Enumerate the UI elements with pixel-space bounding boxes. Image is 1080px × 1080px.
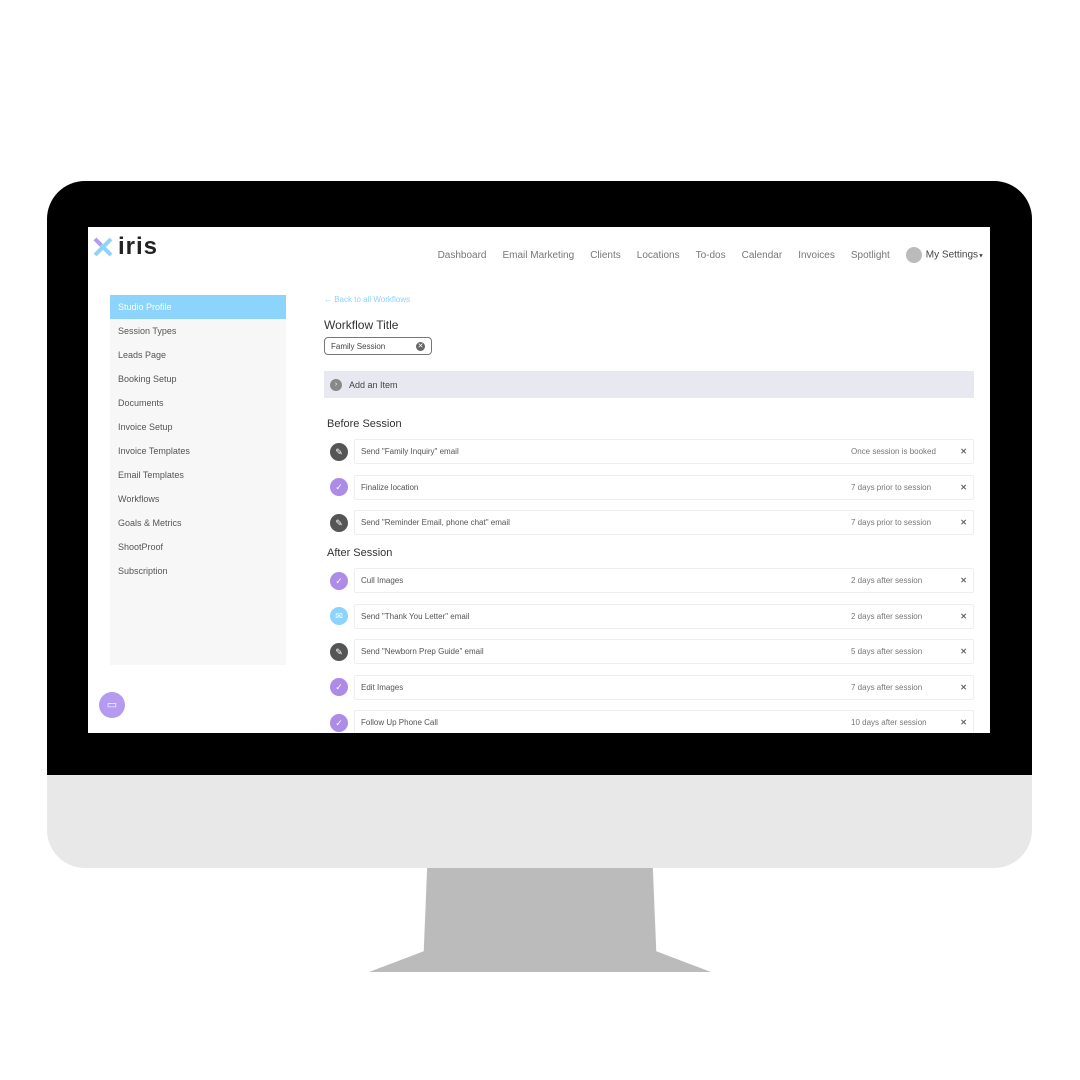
sidebar: Studio Profile Session Types Leads Page Boo… — [110, 295, 286, 665]
item-timing: 2 days after session — [851, 611, 923, 621]
workflow-item-box[interactable]: Send "Newborn Prep Guide" email 5 days af… — [354, 639, 974, 664]
nav-spotlight[interactable]: Spotlight — [851, 250, 890, 261]
chat-button[interactable]: ▭ — [99, 692, 125, 718]
sidebar-item-studio-profile[interactable]: Studio Profile — [110, 295, 286, 319]
workflow-item: ✎ Send "Family Inquiry" email Once session… — [324, 439, 974, 464]
workflow-item-box[interactable]: Cull Images 2 days after session ✕ — [354, 568, 974, 593]
item-label: Edit Images — [361, 682, 404, 692]
nav-todos[interactable]: To-dos — [696, 250, 726, 261]
item-timing: 10 days after session — [851, 718, 927, 727]
sidebar-item-session-types[interactable]: Session Types — [110, 319, 286, 343]
workflow-title-label: Workflow Title — [324, 318, 399, 332]
item-label: Finalize location — [361, 482, 419, 492]
delete-icon[interactable]: ✕ — [951, 612, 967, 621]
chat-icon: ▭ — [106, 699, 118, 711]
workflow-title-input[interactable]: Family Session ✕ — [324, 337, 432, 355]
workflow-item-box[interactable]: Send "Family Inquiry" email Once session … — [354, 439, 974, 464]
workflow-item: ✉ Send "Thank You Letter" email 2 days aft… — [324, 603, 974, 629]
sidebar-item-workflows[interactable]: Workflows — [110, 487, 286, 511]
sidebar-item-subscription[interactable]: Subscription — [110, 559, 286, 583]
main-content: ← Back to all Workflows Workflow Title F… — [324, 295, 974, 733]
item-label: Send "Reminder Email, phone chat" email — [361, 518, 510, 527]
delete-icon[interactable]: ✕ — [951, 576, 967, 585]
item-timing: 7 days prior to session — [851, 482, 932, 492]
logo-icon — [93, 237, 113, 257]
item-timing: 5 days after session — [851, 647, 923, 656]
workflow-item: ✎ Send "Newborn Prep Guide" email 5 days a… — [324, 639, 974, 664]
chevron-right-icon: › — [330, 378, 342, 391]
monitor-stand — [369, 868, 711, 972]
add-item-label: Add an Item — [349, 379, 398, 390]
add-item-button[interactable]: › Add an Item — [324, 371, 974, 398]
workflow-item-box[interactable]: Send "Thank You Letter" email 2 days afte… — [354, 603, 974, 629]
delete-icon[interactable]: ✕ — [951, 518, 967, 527]
sidebar-item-shootproof[interactable]: ShootProof — [110, 535, 286, 559]
logo-text: iris — [118, 233, 159, 260]
sidebar-item-goals-metrics[interactable]: Goals & Metrics — [110, 511, 286, 535]
sidebar-item-invoice-setup[interactable]: Invoice Setup — [110, 415, 286, 439]
delete-icon[interactable]: ✕ — [951, 483, 967, 492]
my-settings-menu[interactable]: My Settings▼ — [905, 247, 984, 263]
item-label: Cull Images — [361, 576, 404, 585]
workflow-item: ✓ Cull Images 2 days after session ✕ — [324, 568, 974, 593]
workflow-item: ✓ Finalize location 7 days prior to sessio… — [324, 474, 974, 500]
item-timing: Once session is booked — [851, 447, 936, 456]
delete-icon[interactable]: ✕ — [951, 718, 967, 727]
nav-locations[interactable]: Locations — [637, 250, 680, 261]
nav-clients[interactable]: Clients — [590, 250, 621, 261]
nav-dashboard[interactable]: Dashboard — [438, 250, 487, 261]
mail-icon[interactable]: ✉ — [330, 607, 348, 625]
check-icon[interactable]: ✓ — [330, 571, 348, 590]
workflow-item-box[interactable]: Follow Up Phone Call 10 days after sessio… — [354, 710, 974, 733]
sidebar-item-documents[interactable]: Documents — [110, 391, 286, 415]
monitor-chin — [47, 775, 1032, 868]
sidebar-item-leads-page[interactable]: Leads Page — [110, 343, 286, 367]
item-timing: 2 days after session — [851, 576, 923, 585]
back-link[interactable]: ← Back to all Workflows — [324, 295, 974, 304]
nav-invoices[interactable]: Invoices — [798, 250, 835, 261]
delete-icon[interactable]: ✕ — [951, 447, 967, 456]
item-label: Send "Newborn Prep Guide" email — [361, 647, 484, 656]
workflow-item: ✓ Follow Up Phone Call 10 days after sessi… — [324, 710, 974, 733]
clear-icon[interactable]: ✕ — [416, 341, 425, 351]
edit-icon[interactable]: ✎ — [330, 642, 348, 661]
workflow-title-value: Family Session — [331, 341, 386, 351]
edit-icon[interactable]: ✎ — [330, 442, 348, 461]
top-nav: Dashboard Email Marketing Clients Locati… — [438, 247, 984, 263]
item-label: Send "Thank You Letter" email — [361, 611, 470, 621]
app-screen: iris Dashboard Email Marketing Clients L… — [88, 227, 990, 733]
section-title: Before Session — [327, 418, 402, 430]
sidebar-item-booking-setup[interactable]: Booking Setup — [110, 367, 286, 391]
workflow-item-box[interactable]: Edit Images 7 days after session ✕ — [354, 674, 974, 700]
check-icon[interactable]: ✓ — [330, 478, 348, 496]
workflow-item: ✎ Send "Reminder Email, phone chat" email… — [324, 510, 974, 535]
sidebar-item-email-templates[interactable]: Email Templates — [110, 463, 286, 487]
item-timing: 7 days after session — [851, 682, 923, 692]
section-title: After Session — [327, 547, 393, 559]
workflow-item: ✓ Edit Images 7 days after session ✕ — [324, 674, 974, 700]
delete-icon[interactable]: ✕ — [951, 647, 967, 656]
workflow-item-box[interactable]: Send "Reminder Email, phone chat" email 7… — [354, 510, 974, 535]
avatar — [905, 247, 922, 263]
check-icon[interactable]: ✓ — [330, 713, 348, 732]
item-label: Follow Up Phone Call — [361, 718, 438, 727]
item-timing: 7 days prior to session — [851, 518, 932, 527]
workflow-item-box[interactable]: Finalize location 7 days prior to session… — [354, 474, 974, 500]
delete-icon[interactable]: ✕ — [951, 683, 967, 692]
logo[interactable]: iris — [92, 233, 158, 261]
caret-down-icon: ▼ — [978, 253, 984, 260]
item-label: Send "Family Inquiry" email — [361, 447, 459, 456]
edit-icon[interactable]: ✎ — [330, 513, 348, 532]
my-settings-label: My Settings — [925, 249, 979, 261]
check-icon[interactable]: ✓ — [330, 678, 348, 696]
nav-calendar[interactable]: Calendar — [742, 250, 783, 261]
nav-email-marketing[interactable]: Email Marketing — [502, 250, 574, 261]
sidebar-item-invoice-templates[interactable]: Invoice Templates — [110, 439, 286, 463]
